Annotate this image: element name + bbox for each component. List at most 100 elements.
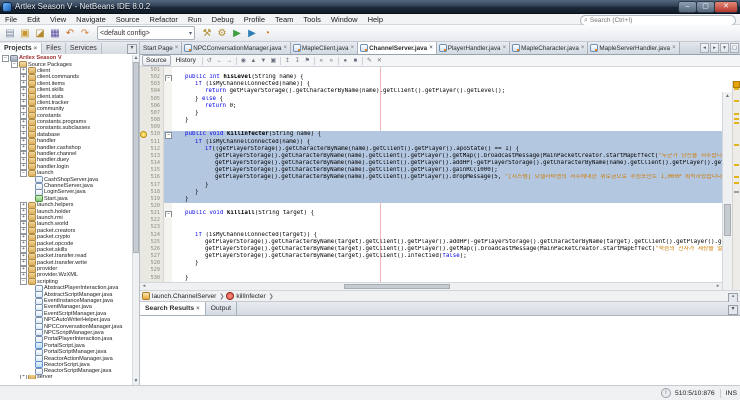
line-number[interactable]: 517 (140, 182, 164, 189)
editor-hscrollbar-thumb[interactable] (344, 284, 451, 289)
menu-tools[interactable]: Tools (298, 15, 326, 24)
close-button[interactable]: ✕ (715, 2, 737, 12)
tree-item-server[interactable]: +server (0, 375, 132, 379)
line-number[interactable]: 526 (140, 246, 164, 253)
close-icon[interactable]: × (283, 45, 287, 51)
tab-maplecharacter-java[interactable]: MapleCharacter.java× (510, 42, 588, 54)
code-line[interactable]: 512if((getPlayerStorage().getCharacterBy… (140, 146, 722, 153)
code-line[interactable]: 515getPlayerStorage().getCharacterByName… (140, 167, 722, 174)
editor-hscrollbar[interactable]: ◂ ▸ (140, 282, 722, 290)
code-line[interactable]: 517} (140, 182, 722, 189)
menu-help[interactable]: Help (363, 15, 388, 24)
warnings-indicator-icon[interactable] (734, 82, 739, 87)
scroll-down-icon[interactable]: ▼ (133, 378, 139, 385)
code-line[interactable]: 521−public void killIall(String target) … (140, 210, 722, 217)
tab-output[interactable]: Output (206, 302, 237, 315)
warning-mark[interactable] (734, 113, 739, 115)
toggle-highlight-icon[interactable]: ▣ (269, 56, 278, 65)
warning-mark[interactable] (734, 118, 739, 120)
expand-icon[interactable]: + (20, 375, 27, 379)
next-bookmark-icon[interactable]: ↧ (293, 56, 302, 65)
undo-icon[interactable]: ↶ (63, 26, 77, 40)
debug-project-icon[interactable]: ▶ (245, 26, 259, 40)
scroll-tabs-right-icon[interactable]: ▸ (710, 43, 719, 53)
new-file-icon[interactable]: ▤ (3, 26, 17, 40)
collapse-icon[interactable]: − (20, 170, 27, 177)
tree-scrollbar[interactable]: ▲ ▼ (132, 55, 139, 385)
close-icon[interactable]: × (351, 45, 355, 51)
line-number[interactable]: 512 (140, 146, 164, 153)
menu-source[interactable]: Source (111, 15, 145, 24)
run-project-icon[interactable]: ▶ (230, 26, 244, 40)
line-number[interactable]: 513 (140, 153, 164, 160)
menu-window[interactable]: Window (326, 15, 363, 24)
maximize-button[interactable]: ▢ (697, 2, 714, 12)
comment-icon[interactable]: ✎ (365, 56, 374, 65)
tab-start-page[interactable]: Start Page× (140, 42, 182, 54)
uncomment-icon[interactable]: ✕ (375, 56, 384, 65)
close-icon[interactable]: × (503, 45, 507, 51)
code-line[interactable]: 525getPlayerStorage().getCharacterByName… (140, 239, 722, 246)
last-edited-icon[interactable]: ↺ (205, 56, 214, 65)
scroll-up-icon[interactable]: ▲ (723, 92, 732, 100)
code-line[interactable]: 516getPlayerStorage().getCharacterByName… (140, 174, 722, 181)
menu-team[interactable]: Team (270, 15, 298, 24)
collapse-icon[interactable]: − (2, 55, 9, 62)
clean-build-icon[interactable]: ⚙ (215, 26, 229, 40)
code-line[interactable]: 530} (140, 275, 722, 282)
close-icon[interactable]: × (581, 45, 585, 51)
close-icon[interactable]: × (196, 306, 200, 312)
warning-mark[interactable] (734, 100, 739, 102)
line-number[interactable]: 501 (140, 67, 164, 74)
history-view-button[interactable]: History (172, 55, 200, 66)
project-tree[interactable]: −Artlex Season V−Source Packages+client+… (0, 54, 139, 385)
code-line[interactable]: 518} (140, 189, 722, 196)
collapse-icon[interactable]: − (20, 278, 27, 285)
find-previous-icon[interactable]: ▲ (249, 56, 258, 65)
source-view-button[interactable]: Source (142, 55, 171, 66)
search-results-panel[interactable] (140, 316, 740, 385)
tree-scrollbar-thumb[interactable] (133, 62, 139, 253)
line-number[interactable]: 507 (140, 110, 164, 117)
line-number[interactable]: 505 (140, 96, 164, 103)
stop-macro-icon[interactable]: ■ (351, 56, 360, 65)
title-bar[interactable]: Artlex Season V - NetBeans IDE 8.0.2 –▢✕ (0, 0, 740, 14)
profile-project-icon[interactable]: ◔ (260, 26, 274, 40)
tab-mapleserverhandler-java[interactable]: MapleServerHandler.java× (588, 42, 679, 54)
warning-mark[interactable] (734, 88, 739, 90)
line-number[interactable]: 506 (140, 103, 164, 110)
code-line[interactable]: 519} (140, 196, 722, 203)
line-number[interactable]: 525 (140, 239, 164, 246)
menu-file[interactable]: File (0, 15, 22, 24)
code-line[interactable]: 505} else { (140, 96, 722, 103)
line-number[interactable]: 502 (140, 74, 164, 81)
warning-mark[interactable] (734, 144, 739, 146)
line-number[interactable]: 522 (140, 217, 164, 224)
code-line[interactable]: 507} (140, 110, 722, 117)
line-number[interactable]: 516 (140, 174, 164, 181)
tab-search-results[interactable]: Search Results× (140, 302, 206, 315)
menu-navigate[interactable]: Navigate (71, 15, 111, 24)
warning-mark[interactable] (734, 164, 739, 166)
hint-bulb-icon[interactable] (141, 132, 146, 137)
tab-services[interactable]: Services (66, 43, 102, 54)
close-icon[interactable]: × (175, 45, 179, 51)
code-line[interactable]: 506return 0; (140, 103, 722, 110)
code-line[interactable]: 508} (140, 117, 722, 124)
code-line[interactable]: 502−public int hisLevel(String name) { (140, 74, 722, 81)
line-number[interactable]: 511 (140, 139, 164, 146)
menu-debug[interactable]: Debug (207, 15, 239, 24)
find-selection-icon[interactable]: ◉ (239, 56, 248, 65)
close-icon[interactable]: × (429, 45, 433, 51)
code-line[interactable]: 522 (140, 217, 722, 224)
forward-icon[interactable]: → (225, 56, 234, 65)
error-stripe[interactable] (732, 81, 740, 315)
minimize-panel-icon[interactable]: ▾ (728, 305, 738, 315)
quick-search[interactable]: ⌕ (580, 15, 736, 26)
code-line[interactable]: 510−public void killInfecter(String name… (140, 131, 722, 138)
close-icon[interactable]: × (672, 45, 676, 51)
line-number[interactable]: 503 (140, 81, 164, 88)
code-editor[interactable]: 501502−public int hisLevel(String name) … (140, 67, 740, 282)
line-number[interactable]: 509 (140, 124, 164, 131)
close-icon[interactable]: × (34, 46, 38, 52)
